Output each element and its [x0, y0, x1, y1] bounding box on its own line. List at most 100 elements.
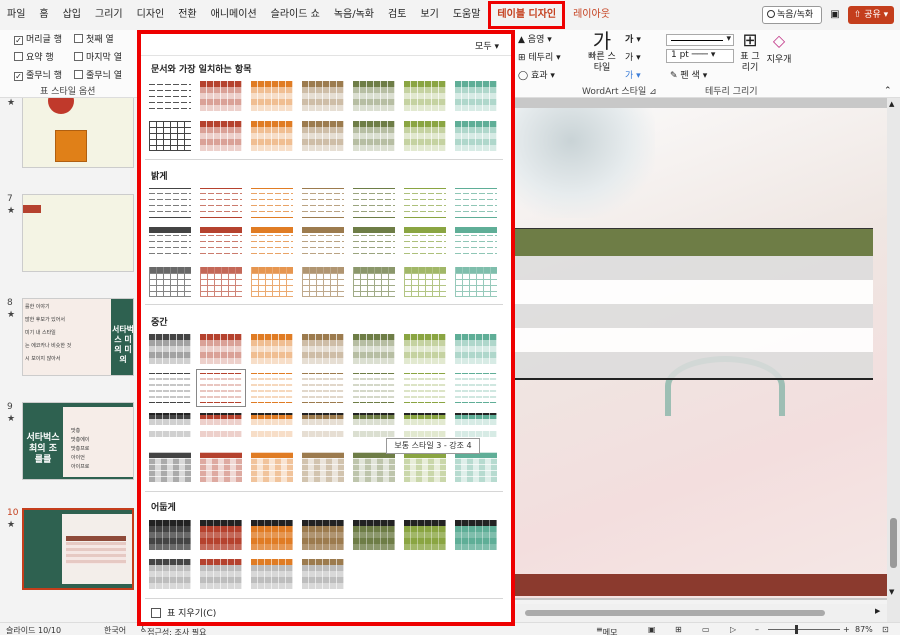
table-style-swatch[interactable] — [302, 452, 344, 482]
table-style-swatch[interactable] — [353, 121, 395, 151]
normal-view-icon[interactable]: ▣ — [648, 625, 656, 634]
slide-thumbnail-7[interactable] — [22, 194, 134, 272]
table-style-swatch[interactable] — [353, 373, 395, 403]
table-style-swatch[interactable] — [404, 121, 446, 151]
table-style-swatch[interactable] — [455, 188, 497, 218]
slideshow-view-icon[interactable]: ▷ — [730, 625, 736, 634]
reading-view-icon[interactable]: ▭ — [702, 625, 710, 634]
text-outline-icon[interactable]: 가 ▾ — [625, 50, 641, 63]
table-style-swatch[interactable] — [302, 373, 344, 403]
table-style-swatch[interactable] — [149, 373, 191, 403]
table-style-swatch[interactable] — [353, 452, 395, 482]
table-style-swatch[interactable] — [251, 81, 293, 111]
table-style-swatch[interactable] — [251, 520, 293, 550]
table-style-swatch[interactable] — [353, 334, 395, 364]
clear-table-button[interactable]: 표 지우기(C) — [151, 606, 216, 619]
table-style-swatch[interactable] — [455, 81, 497, 111]
scroll-thumb[interactable] — [890, 518, 897, 568]
table-style-swatch[interactable] — [404, 520, 446, 550]
table-style-swatch[interactable] — [251, 267, 293, 297]
hscroll-thumb[interactable] — [525, 610, 825, 616]
table-style-swatch[interactable] — [302, 267, 344, 297]
table-style-swatch[interactable] — [149, 559, 191, 589]
table-row[interactable] — [515, 280, 873, 304]
tab-help[interactable]: 도움말 — [446, 0, 488, 30]
gallery-filter-dropdown[interactable]: 모두 ▾ — [475, 39, 499, 52]
resize-grip-icon[interactable]: •••• — [316, 620, 335, 622]
table-style-swatch[interactable] — [302, 520, 344, 550]
camera-icon[interactable]: ▣ — [826, 6, 844, 24]
total-row-checkbox[interactable]: 요약 행 — [14, 50, 54, 63]
table-style-swatch[interactable] — [353, 267, 395, 297]
tab-home[interactable]: 홈 — [32, 0, 55, 30]
table-style-swatch[interactable] — [404, 188, 446, 218]
table-style-swatch[interactable] — [200, 559, 242, 589]
first-column-checkbox[interactable]: 첫째 열 — [74, 32, 114, 45]
tab-file[interactable]: 파일 — [0, 0, 32, 30]
zoom-slider-thumb[interactable] — [795, 625, 798, 634]
table-style-swatch[interactable] — [149, 227, 191, 257]
zoom-in-icon[interactable]: + — [843, 625, 850, 634]
text-fill-icon[interactable]: 가 ▾ — [625, 32, 641, 45]
tab-record[interactable]: 녹음/녹화 — [327, 0, 381, 30]
slide-thumbnail-8[interactable]: 를한 이야기 많한 후보가 있어서 미기 내 스타일 는 에코카나 비슷한 것 … — [22, 298, 134, 376]
scroll-up-icon[interactable]: ▲ — [889, 100, 894, 108]
table-style-swatch[interactable] — [251, 373, 293, 403]
table-style-swatch[interactable] — [455, 520, 497, 550]
table-style-swatch[interactable] — [353, 520, 395, 550]
table-style-swatch[interactable] — [200, 227, 242, 257]
table-style-swatch[interactable] — [455, 334, 497, 364]
table-style-swatch[interactable] — [404, 267, 446, 297]
table-row[interactable] — [515, 256, 873, 280]
table-style-swatch[interactable] — [149, 413, 191, 443]
table-style-swatch[interactable] — [149, 334, 191, 364]
table-style-swatch[interactable] — [404, 452, 446, 482]
zoom-out-icon[interactable]: – — [755, 625, 759, 634]
table-style-swatch[interactable] — [455, 267, 497, 297]
table-style-swatch[interactable] — [149, 121, 191, 151]
table-style-swatch[interactable] — [404, 334, 446, 364]
tab-transitions[interactable]: 전환 — [171, 0, 203, 30]
table-style-swatch[interactable] — [302, 559, 344, 589]
table-style-swatch[interactable] — [149, 81, 191, 111]
pen-style-select[interactable]: ▾ — [666, 34, 734, 46]
tab-design[interactable]: 디자인 — [130, 0, 172, 30]
table-style-swatch[interactable] — [251, 188, 293, 218]
shading-button[interactable]: ▲ 음영 ▾ — [518, 32, 552, 45]
table-style-swatch[interactable] — [404, 373, 446, 403]
notes-button[interactable]: ≡ 메모 — [596, 625, 617, 635]
tab-view[interactable]: 보기 — [413, 0, 445, 30]
banded-rows-checkbox[interactable]: ✓ 줄무늬 행 — [14, 68, 62, 81]
header-row-checkbox[interactable]: ✓ 머리글 행 — [14, 32, 62, 45]
table-style-swatch[interactable] — [251, 559, 293, 589]
table-style-swatch[interactable] — [200, 81, 242, 111]
last-column-checkbox[interactable]: 마지막 열 — [74, 50, 122, 63]
effects-button[interactable]: ◯ 효과 ▾ — [518, 68, 555, 81]
scroll-right-icon[interactable]: ▶ — [875, 607, 880, 615]
table-style-swatch[interactable] — [200, 520, 242, 550]
horizontal-scrollbar[interactable]: ▶ — [515, 604, 887, 622]
status-accessibility[interactable]: ♿ 접근성: 조사 필요 — [140, 625, 206, 635]
table-style-swatch[interactable] — [200, 121, 242, 151]
table-style-swatch[interactable] — [251, 334, 293, 364]
table-style-swatch[interactable] — [251, 452, 293, 482]
table-style-swatch[interactable] — [302, 81, 344, 111]
table-style-swatch[interactable] — [455, 121, 497, 151]
table-style-swatch[interactable] — [149, 520, 191, 550]
tab-layout[interactable]: 레이아웃 — [566, 0, 617, 30]
tab-table-design[interactable]: 테이블 디자인 — [487, 0, 566, 30]
table-style-swatch[interactable] — [200, 413, 242, 443]
table-style-swatch[interactable] — [302, 227, 344, 257]
borders-button[interactable]: ⊞ 테두리 ▾ — [518, 50, 561, 63]
table-style-swatch[interactable] — [200, 452, 242, 482]
slide-sorter-icon[interactable]: ⊞ — [675, 625, 682, 634]
tab-animations[interactable]: 애니메이션 — [204, 0, 264, 30]
table-row[interactable] — [515, 352, 873, 380]
table-style-swatch[interactable] — [353, 188, 395, 218]
table-style-swatch[interactable] — [149, 267, 191, 297]
pen-weight-select[interactable]: 1 pt ─── ▾ — [666, 49, 734, 63]
zoom-slider[interactable] — [768, 629, 840, 630]
table-style-swatch[interactable] — [200, 267, 242, 297]
table-row[interactable] — [515, 328, 873, 352]
tab-slideshow[interactable]: 슬라이드 쇼 — [264, 0, 327, 30]
